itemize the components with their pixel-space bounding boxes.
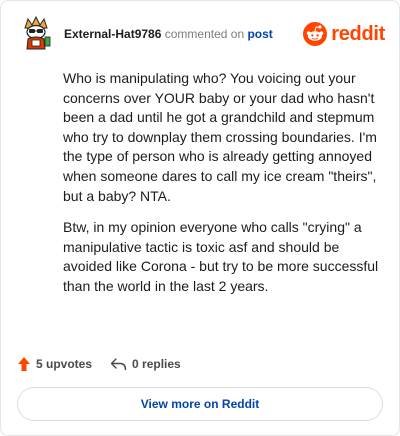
- upvote-arrow-icon: [18, 357, 30, 371]
- brand-name: reddit: [331, 22, 385, 45]
- view-more-button[interactable]: View more on Reddit: [17, 387, 383, 421]
- comment-paragraph: Btw, in my opinion everyone who calls "c…: [63, 219, 379, 294]
- comment-body: Who is manipulating who? You voicing out…: [63, 69, 383, 309]
- reply-count: 0 replies: [132, 357, 181, 371]
- comment-paragraph: Who is manipulating who? You voicing out…: [63, 70, 377, 204]
- comment-actions: 5 upvotes 0 replies: [17, 355, 181, 373]
- upvote-button[interactable]: 5 upvotes: [17, 356, 92, 372]
- reddit-brand[interactable]: reddit: [303, 21, 385, 47]
- username-link[interactable]: External-Hat9786: [64, 27, 161, 41]
- reply-button[interactable]: 0 replies: [110, 357, 181, 371]
- snoo-avatar-icon[interactable]: [17, 15, 55, 53]
- post-link[interactable]: post: [247, 27, 272, 41]
- comment-header: External-Hat9786 commented on post reddi…: [17, 15, 385, 55]
- reply-arrow-icon: [110, 358, 127, 371]
- embedded-comment-card: External-Hat9786 commented on post reddi…: [0, 0, 400, 436]
- reddit-logo-icon: [303, 22, 328, 46]
- byline: External-Hat9786 commented on post: [64, 27, 273, 41]
- upvote-count: 5 upvotes: [36, 357, 93, 371]
- action-text: commented on: [164, 27, 245, 41]
